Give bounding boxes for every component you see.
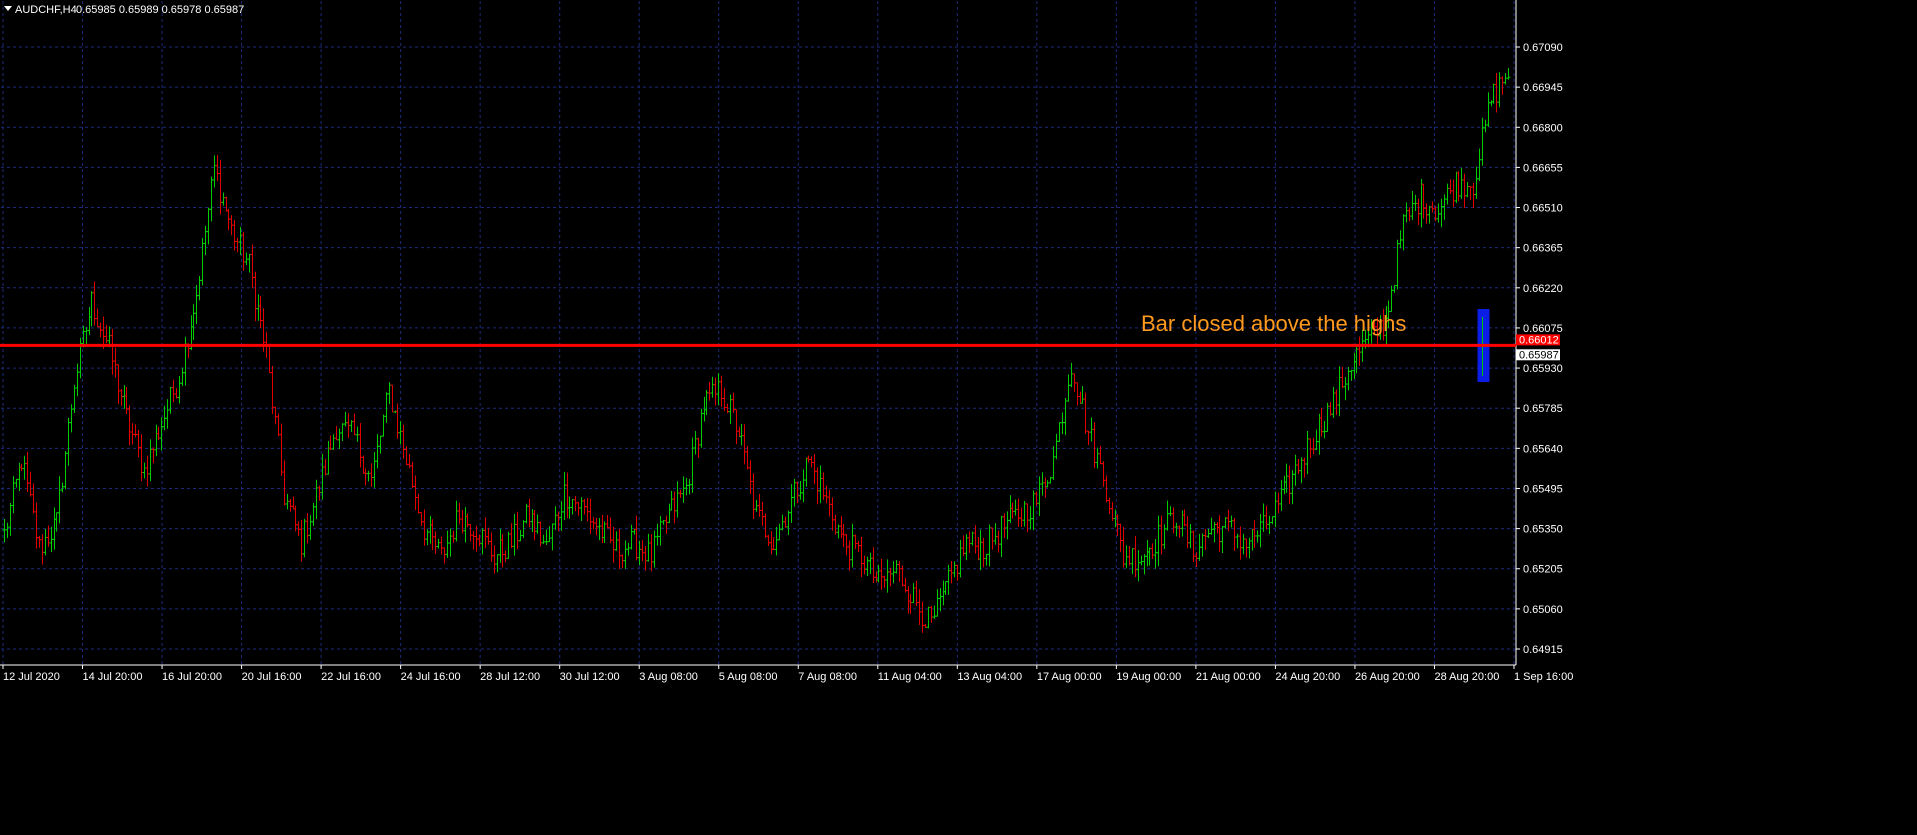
x-tick-label: 12 Jul 2020: [3, 671, 60, 683]
y-tick-label: 0.67090: [1523, 42, 1563, 54]
x-tick-label: 11 Aug 04:00: [878, 671, 942, 683]
chart-header: AUDCHF,H4 0.65985 0.65989 0.65978 0.6598…: [4, 4, 244, 16]
y-tick-label: 0.66945: [1523, 82, 1563, 94]
price-label: 0.65987: [1519, 349, 1559, 361]
x-tick-label: 28 Aug 20:00: [1434, 671, 1499, 683]
y-tick-label: 0.65205: [1523, 564, 1563, 576]
y-tick-label: 0.66365: [1523, 243, 1563, 255]
y-tick-label: 0.66510: [1523, 203, 1563, 215]
x-tick-label: 17 Aug 00:00: [1037, 671, 1102, 683]
x-tick-label: 30 Jul 12:00: [560, 671, 620, 683]
y-tick-label: 0.65930: [1523, 363, 1563, 375]
y-tick-label: 0.66800: [1523, 122, 1563, 134]
annotation-text: Bar closed above the highs: [1141, 311, 1406, 336]
x-tick-label: 24 Jul 16:00: [401, 671, 461, 683]
x-tick-label: 5 Aug 08:00: [719, 671, 778, 683]
x-tick-label: 16 Jul 20:00: [162, 671, 222, 683]
symbol-label: AUDCHF,H4: [15, 4, 77, 16]
x-tick-label: 7 Aug 08:00: [798, 671, 857, 683]
x-tick-label: 28 Jul 12:00: [480, 671, 540, 683]
y-tick-label: 0.66220: [1523, 283, 1563, 295]
price-label: 0.66012: [1519, 334, 1559, 346]
chart-background: [0, 0, 1917, 835]
y-tick-label: 0.66655: [1523, 162, 1563, 174]
x-tick-label: 26 Aug 20:00: [1355, 671, 1420, 683]
x-tick-label: 3 Aug 08:00: [639, 671, 698, 683]
y-tick-label: 0.65495: [1523, 483, 1563, 495]
x-tick-label: 21 Aug 00:00: [1196, 671, 1261, 683]
price-chart[interactable]: 0.67090 0.66945 0.66800 0.66655 0.66510 0.663…: [0, 0, 1917, 835]
x-tick-label: 1 Sep 16:00: [1514, 671, 1573, 683]
y-tick-label: 0.65350: [1523, 524, 1563, 536]
x-tick-label: 22 Jul 16:00: [321, 671, 381, 683]
y-tick-label: 0.65785: [1523, 403, 1563, 415]
x-tick-label: 19 Aug 00:00: [1116, 671, 1181, 683]
x-tick-label: 20 Jul 16:00: [242, 671, 302, 683]
y-tick-label: 0.65640: [1523, 443, 1563, 455]
x-tick-label: 14 Jul 20:00: [83, 671, 143, 683]
y-tick-label: 0.65060: [1523, 604, 1563, 616]
y-tick-label: 0.64915: [1523, 644, 1563, 656]
x-tick-label: 13 Aug 04:00: [957, 671, 1022, 683]
ohlc-readout: 0.65985 0.65989 0.65978 0.65987: [76, 4, 244, 16]
y-tick-label: 0.66075: [1523, 323, 1563, 335]
x-tick-label: 24 Aug 20:00: [1275, 671, 1340, 683]
